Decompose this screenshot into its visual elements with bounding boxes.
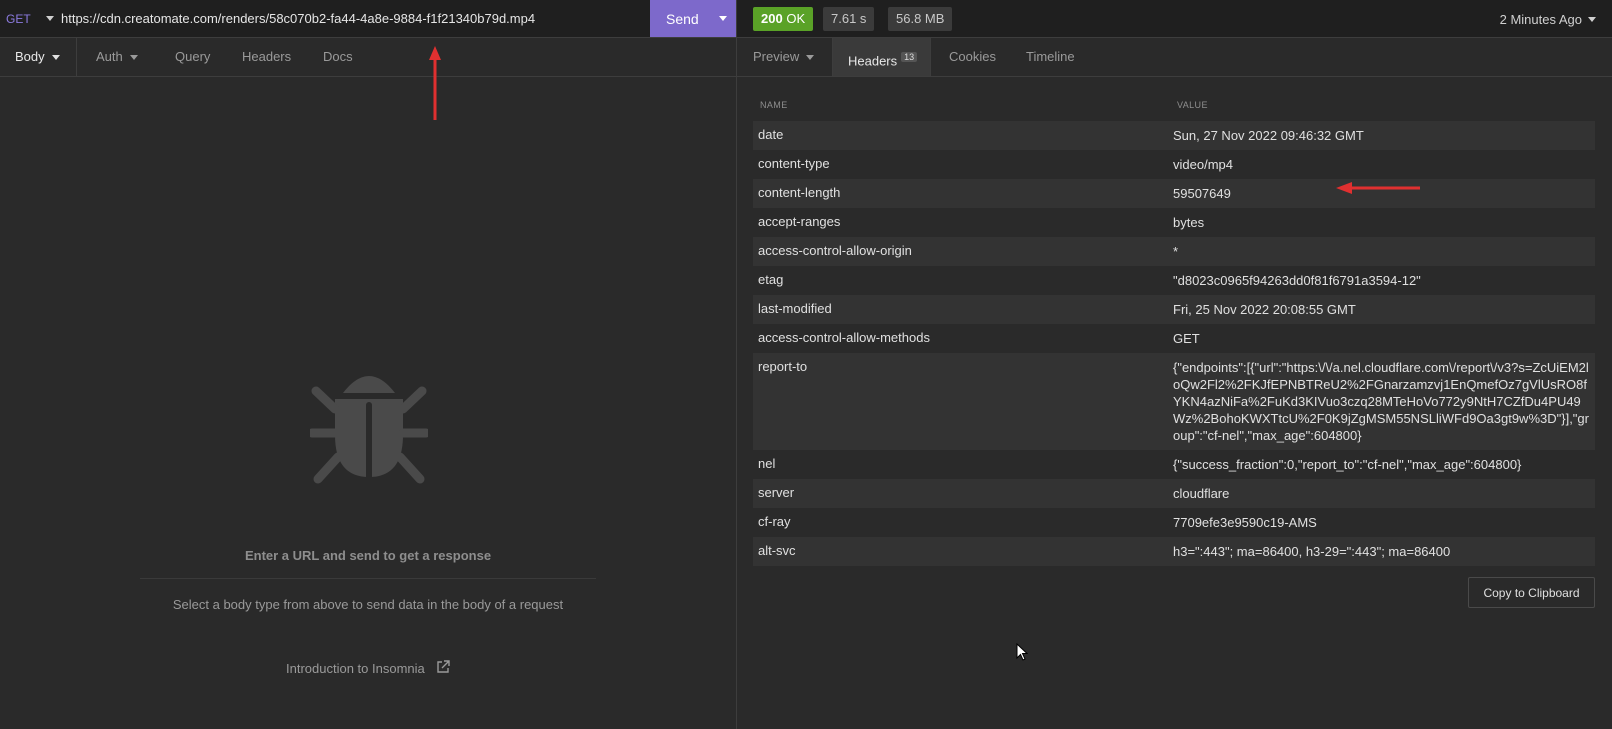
status-code: 200 <box>761 11 783 26</box>
table-row: date Sun, 27 Nov 2022 09:46:32 GMT <box>753 121 1595 150</box>
divider <box>140 578 596 579</box>
header-name: etag <box>758 272 784 287</box>
tab-headers-label: Headers <box>242 49 292 64</box>
introduction-link[interactable]: Introduction to Insomnia <box>286 661 425 676</box>
tab-body[interactable]: Body <box>0 38 77 76</box>
tab-docs-label: Docs <box>323 49 353 64</box>
table-row: cf-ray 7709efe3e9590c19-AMS <box>753 508 1595 537</box>
response-status-bar: 200 OK 7.61 s 56.8 MB 2 Minutes Ago <box>737 0 1612 38</box>
header-name: report-to <box>758 359 808 374</box>
response-pane: 200 OK 7.61 s 56.8 MB 2 Minutes Ago Prev… <box>737 0 1612 729</box>
header-name: server <box>758 485 795 500</box>
chevron-down-icon <box>129 55 138 61</box>
header-value: h3=":443"; ma=86400, h3-29=":443"; ma=86… <box>1173 544 1451 559</box>
header-name: content-type <box>758 156 830 171</box>
table-row: content-type video/mp4 <box>753 150 1595 179</box>
status-text: OK <box>786 11 806 26</box>
table-row: access-control-allow-origin * <box>753 237 1595 266</box>
header-name: nel <box>758 456 776 471</box>
table-row: nel {"success_fraction":0,"report_to":"cf… <box>753 450 1595 479</box>
table-row: report-to {"endpoints":[{"url":"https:\/\… <box>753 353 1595 450</box>
header-name: cf-ray <box>758 514 791 529</box>
chevron-down-icon[interactable] <box>1588 17 1596 22</box>
chevron-down-icon <box>51 55 60 61</box>
column-header-name: NAME <box>760 100 788 110</box>
header-value: {"success_fraction":0,"report_to":"cf-ne… <box>1173 457 1522 472</box>
tab-docs[interactable]: Docs <box>323 38 353 76</box>
tab-preview-label: Preview <box>753 49 800 64</box>
tab-cookies-label: Cookies <box>949 49 996 64</box>
send-options-chevron-icon[interactable] <box>711 0 736 37</box>
external-link-icon[interactable] <box>436 660 450 674</box>
header-value: Sun, 27 Nov 2022 09:46:32 GMT <box>1173 128 1364 143</box>
header-name: date <box>758 127 784 142</box>
header-name: access-control-allow-methods <box>758 330 930 345</box>
response-tabs: Preview Headers 13 Cookies Timeline <box>737 38 1612 77</box>
bug-icon <box>310 376 428 484</box>
table-row: access-control-allow-methods GET <box>753 324 1595 353</box>
header-value: video/mp4 <box>1173 157 1233 172</box>
request-pane: GET https://cdn.creatomate.com/renders/5… <box>0 0 737 729</box>
history-dropdown[interactable]: 2 Minutes Ago <box>1500 12 1582 27</box>
table-row: server cloudflare <box>753 479 1595 508</box>
header-value: Fri, 25 Nov 2022 20:08:55 GMT <box>1173 302 1356 317</box>
headers-count-badge: 13 <box>901 52 918 62</box>
column-header-value: VALUE <box>1177 100 1208 110</box>
header-value: bytes <box>1173 215 1205 230</box>
url-input[interactable]: https://cdn.creatomate.com/renders/58c07… <box>61 11 535 26</box>
response-size-badge: 56.8 MB <box>888 7 953 31</box>
tab-auth[interactable]: Auth <box>96 38 138 76</box>
headers-table: date Sun, 27 Nov 2022 09:46:32 GMT content… <box>753 121 1595 566</box>
status-badge: 200 OK <box>753 7 814 31</box>
table-row: etag "d8023c0965f94263dd0f81f6791a3594-12… <box>753 266 1595 295</box>
header-name: last-modified <box>758 301 832 316</box>
annotation-arrow-left-icon <box>1336 182 1420 194</box>
send-button[interactable]: Send <box>650 0 736 37</box>
tab-response-headers[interactable]: Headers 13 <box>832 38 931 76</box>
chevron-down-icon <box>806 55 815 61</box>
method-selector[interactable]: GET <box>6 12 31 26</box>
url-bar: GET https://cdn.creatomate.com/renders/5… <box>0 0 736 38</box>
header-name: accept-ranges <box>758 214 841 229</box>
header-value: GET <box>1173 331 1200 346</box>
empty-state-description: Select a body type from above to send da… <box>172 597 564 612</box>
header-name: content-length <box>758 185 841 200</box>
header-value: "d8023c0965f94263dd0f81f6791a3594-12" <box>1173 273 1421 288</box>
headers-table-header: NAME VALUE <box>753 100 1595 114</box>
method-dropdown-icon[interactable] <box>46 16 54 21</box>
tab-preview[interactable]: Preview <box>753 38 815 76</box>
mouse-cursor-icon <box>1016 643 1028 661</box>
tab-timeline-label: Timeline <box>1026 49 1075 64</box>
header-value: * <box>1173 244 1179 259</box>
table-row: alt-svc h3=":443"; ma=86400, h3-29=":443"… <box>753 537 1595 566</box>
empty-state-title: Enter a URL and send to get a response <box>244 548 492 563</box>
send-button-label: Send <box>666 11 699 27</box>
table-row: accept-ranges bytes <box>753 208 1595 237</box>
response-time-badge: 7.61 s <box>823 7 875 31</box>
header-value: {"endpoints":[{"url":"https:\/\/a.nel.cl… <box>1173 360 1589 443</box>
tab-query-label: Query <box>175 49 211 64</box>
tab-timeline[interactable]: Timeline <box>1026 38 1075 76</box>
table-row: content-length 59507649 <box>753 179 1595 208</box>
tab-body-label: Body <box>15 49 45 64</box>
header-value: cloudflare <box>1173 486 1230 501</box>
tab-cookies[interactable]: Cookies <box>949 38 996 76</box>
header-name: access-control-allow-origin <box>758 243 912 258</box>
tab-query[interactable]: Query <box>175 38 210 76</box>
annotation-arrow-up-icon <box>429 46 441 120</box>
header-value: 7709efe3e9590c19-AMS <box>1173 515 1317 530</box>
tab-headers[interactable]: Headers <box>242 38 291 76</box>
header-name: alt-svc <box>758 543 796 558</box>
tab-auth-label: Auth <box>96 49 123 64</box>
table-row: last-modified Fri, 25 Nov 2022 20:08:55 G… <box>753 295 1595 324</box>
copy-to-clipboard-button[interactable]: Copy to Clipboard <box>1468 577 1595 608</box>
tab-response-headers-label: Headers <box>848 53 898 69</box>
request-tabs: Body Auth Query Headers Docs <box>0 38 736 77</box>
